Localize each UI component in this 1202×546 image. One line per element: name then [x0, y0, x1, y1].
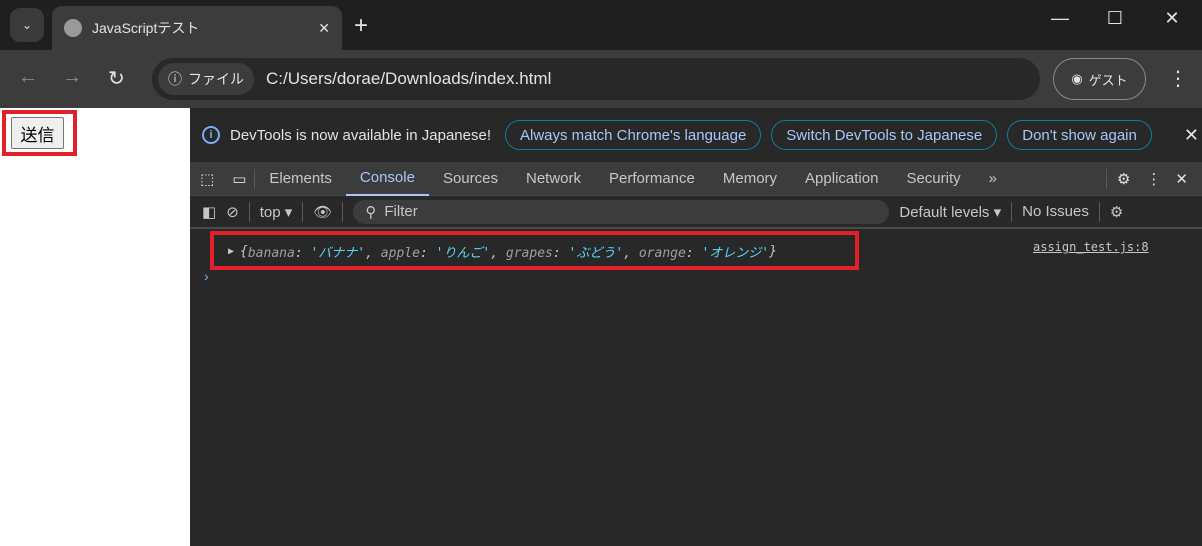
globe-icon	[64, 19, 82, 37]
console-log-entry[interactable]: ▶{banana: 'バナナ', apple: 'りんご', grapes: '…	[210, 233, 859, 270]
entry-value: 'ぶどう'	[568, 246, 624, 261]
console-toolbar: ◧ ⊘ top ▾ 👁 ⚲ Filter Default levels ▾ No …	[190, 196, 1202, 228]
site-info-label: ファイル	[188, 71, 244, 87]
site-info-chip[interactable]: ⓘ ファイル	[158, 63, 254, 95]
forward-button[interactable]: →	[62, 66, 82, 89]
levels-dropdown[interactable]: Default levels ▾	[899, 203, 1001, 221]
tab-sources[interactable]: Sources	[429, 162, 512, 196]
close-infobar-icon[interactable]: ✕	[1184, 125, 1199, 146]
back-button[interactable]: ←	[18, 66, 38, 89]
clear-console-icon[interactable]: ⊘	[226, 203, 239, 221]
info-icon: ⓘ	[168, 71, 182, 87]
info-icon: i	[202, 126, 220, 144]
minimize-button[interactable]: —	[1040, 8, 1080, 29]
address-bar[interactable]: ⓘ ファイル C:/Users/dorae/Downloads/index.htm…	[152, 58, 1040, 100]
devtools-tabs: ⬚ ▭ Elements Console Sources Network Per…	[190, 162, 1202, 196]
tab-elements[interactable]: Elements	[255, 162, 346, 196]
more-options-icon[interactable]: ⋮	[1140, 170, 1167, 188]
divider	[342, 201, 344, 222]
levels-label: Default levels	[899, 203, 990, 221]
issues-button[interactable]: No Issues	[1022, 203, 1089, 220]
tab-console[interactable]: Console	[345, 162, 429, 196]
tab-performance[interactable]: Performance	[595, 162, 709, 196]
menu-icon[interactable]: ⋮	[1168, 66, 1188, 91]
tab-application[interactable]: Application	[791, 162, 892, 196]
entry-key: banana	[247, 246, 295, 261]
inspect-icon[interactable]: ⬚	[190, 170, 224, 188]
divider	[190, 228, 1202, 229]
profile-label: ゲスト	[1088, 72, 1128, 88]
more-tabs-icon[interactable]: »	[975, 162, 1011, 196]
devtools-infobar: i DevTools is now available in Japanese!…	[190, 110, 1202, 160]
entry-key: orange	[638, 246, 686, 261]
filter-placeholder: Filter	[384, 203, 418, 220]
browser-tab[interactable]: JavaScriptテスト ✕	[52, 6, 342, 50]
new-tab-button[interactable]: +	[354, 12, 368, 40]
tab-title: JavaScriptテスト	[92, 20, 200, 36]
profile-button[interactable]: ◉ ゲスト	[1053, 58, 1146, 100]
source-link[interactable]: assign_test.js:8	[1033, 240, 1149, 254]
context-selector[interactable]: top ▾	[260, 203, 293, 221]
tab-security[interactable]: Security	[892, 162, 974, 196]
entry-value: 'オレンジ'	[701, 246, 770, 261]
close-window-button[interactable]: ✕	[1152, 8, 1192, 29]
filter-input[interactable]: ⚲ Filter	[353, 199, 890, 224]
divider	[1098, 201, 1100, 222]
entry-value: 'バナナ'	[310, 246, 366, 261]
context-label: top	[259, 203, 281, 221]
profile-icon: ◉	[1071, 71, 1083, 86]
entry-value: 'りんご'	[435, 246, 491, 261]
console-settings-icon[interactable]: ⚙	[1110, 203, 1123, 221]
reload-button[interactable]: ↻	[108, 66, 125, 91]
send-button[interactable]: 送信	[11, 117, 64, 149]
object-entries: banana: 'バナナ', apple: 'りんご', grapes: 'ぶど…	[247, 246, 770, 261]
console-prompt[interactable]: ›	[204, 268, 209, 284]
tab-search-button[interactable]: ⌄	[10, 8, 44, 42]
switch-japanese-button[interactable]: Switch DevTools to Japanese	[771, 120, 998, 150]
entry-key: grapes	[505, 246, 553, 261]
filter-icon: ⚲	[365, 203, 377, 221]
infobar-message: DevTools is now available in Japanese!	[230, 126, 491, 144]
tab-network[interactable]: Network	[512, 162, 595, 196]
divider	[1011, 201, 1013, 222]
device-toolbar-icon[interactable]: ▭	[224, 170, 254, 188]
eye-icon[interactable]: 👁	[313, 203, 332, 221]
sidebar-toggle-icon[interactable]: ◧	[202, 203, 216, 221]
entry-key: apple	[380, 246, 420, 261]
close-tab-icon[interactable]: ✕	[318, 20, 330, 37]
divider	[248, 201, 250, 222]
expand-triangle-icon[interactable]: ▶	[228, 246, 234, 257]
chevron-down-icon: ⌄	[21, 18, 33, 32]
match-language-button[interactable]: Always match Chrome's language	[504, 120, 762, 150]
web-page	[0, 108, 190, 546]
maximize-button[interactable]: ☐	[1095, 8, 1135, 29]
tab-memory[interactable]: Memory	[709, 162, 791, 196]
dont-show-button[interactable]: Don't show again	[1007, 120, 1152, 150]
url-text[interactable]: C:/Users/dorae/Downloads/index.html	[266, 69, 551, 89]
close-devtools-icon[interactable]: ✕	[1167, 170, 1202, 188]
settings-icon[interactable]: ⚙	[1107, 170, 1140, 188]
divider	[302, 201, 304, 222]
